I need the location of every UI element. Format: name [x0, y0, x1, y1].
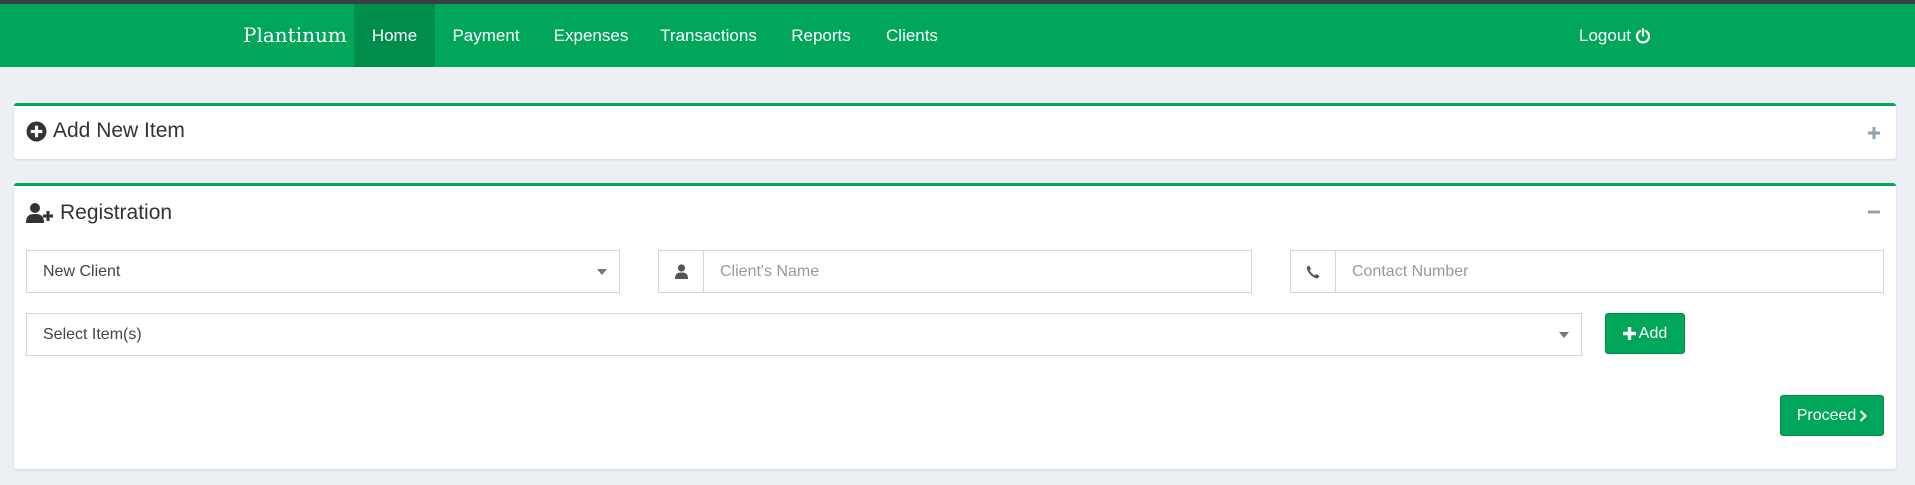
expand-plus-icon[interactable] — [1866, 125, 1882, 141]
add-button-label: Add — [1638, 324, 1668, 342]
user-icon — [674, 264, 688, 279]
logout-link[interactable]: Logout — [1579, 4, 1651, 67]
user-plus-icon — [26, 203, 53, 223]
plus-icon — [1622, 327, 1636, 340]
client-name-group — [658, 250, 1252, 293]
items-select-value: Select Item(s) — [43, 326, 142, 343]
nav-transactions[interactable]: Transactions — [645, 4, 772, 67]
client-type-select[interactable]: New Client — [26, 250, 620, 293]
plus-circle-icon — [26, 121, 47, 141]
contact-number-input[interactable] — [1337, 251, 1883, 292]
nav-clients[interactable]: Clients — [870, 4, 954, 67]
add-item-button[interactable]: Add — [1605, 313, 1685, 354]
add-new-item-box: Add New Item — [14, 103, 1896, 159]
nav-home[interactable]: Home — [354, 4, 435, 67]
nav-expenses[interactable]: Expenses — [537, 4, 645, 67]
client-name-addon — [659, 251, 704, 292]
registration-header[interactable]: Registration — [26, 201, 172, 225]
add-new-item-header[interactable]: Add New Item — [26, 119, 185, 143]
chevron-right-icon — [1860, 409, 1868, 422]
contact-number-group — [1290, 250, 1884, 293]
client-type-value: New Client — [43, 263, 121, 280]
nav-payment[interactable]: Payment — [435, 4, 537, 67]
add-new-item-title: Add New Item — [53, 119, 185, 142]
proceed-button-label: Proceed — [1796, 406, 1857, 424]
registration-title: Registration — [60, 201, 173, 224]
proceed-button[interactable]: Proceed — [1780, 395, 1884, 436]
collapse-minus-icon[interactable] — [1866, 204, 1882, 220]
client-name-input[interactable] — [705, 251, 1251, 292]
brand-logo[interactable]: Plantinum — [243, 4, 347, 67]
chevron-down-icon — [597, 269, 607, 275]
phone-icon — [1306, 265, 1320, 278]
contact-number-addon — [1291, 251, 1336, 292]
nav-reports[interactable]: Reports — [772, 4, 870, 67]
registration-box: Registration New Client Select Item(s) — [14, 183, 1896, 469]
logout-label: Logout — [1579, 26, 1631, 45]
chevron-down-icon — [1559, 332, 1569, 338]
top-navbar: Plantinum Home Payment Expenses Transact… — [0, 4, 1915, 67]
power-icon — [1635, 27, 1651, 43]
items-select[interactable]: Select Item(s) — [26, 313, 1582, 356]
